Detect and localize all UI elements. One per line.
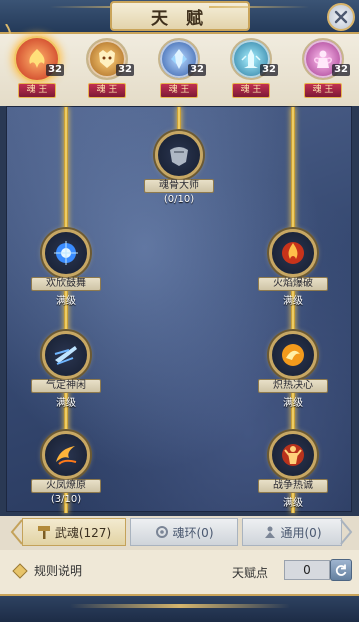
tab-general[interactable]: 通用(0) bbox=[242, 518, 342, 546]
title-plate: 天 赋 bbox=[110, 1, 250, 31]
refresh-icon bbox=[335, 564, 347, 576]
talent-progress: (3/10) bbox=[50, 494, 82, 505]
wind-blade-icon bbox=[54, 346, 77, 365]
rules-button[interactable]: 规则说明 bbox=[12, 562, 82, 579]
tab-martial-soul[interactable]: 武魂(127) bbox=[22, 518, 126, 546]
talent-node-7[interactable]: 战争热诚 满级 bbox=[253, 431, 333, 511]
talent-progress: 满级 bbox=[283, 498, 303, 509]
ring-icon bbox=[155, 526, 168, 538]
hammer-icon bbox=[37, 526, 50, 539]
soul-rank-badge: 魂 王 bbox=[88, 83, 126, 98]
talent-name: 火凤燎原 bbox=[31, 479, 101, 493]
talent-tree-panel: 魂骨大师 (0/10) 欢欣鼓舞 满级 火焰爆破 满级 气定神闲 满级 炽热决心… bbox=[6, 106, 352, 513]
talent-icon-frame bbox=[42, 431, 90, 479]
warrior-flame-icon bbox=[282, 444, 304, 466]
soul-level: 32 bbox=[188, 64, 206, 76]
tab-soul-ring[interactable]: 魂环(0) bbox=[130, 518, 238, 546]
person-icon bbox=[264, 526, 275, 538]
talent-icon-frame bbox=[269, 229, 317, 277]
soul-slot-1[interactable]: 32 魂 王 bbox=[8, 36, 64, 102]
talent-name: 魂骨大师 bbox=[144, 179, 214, 193]
rules-label: 规则说明 bbox=[34, 564, 83, 578]
soul-slot-5[interactable]: 32 魂 王 bbox=[294, 38, 350, 102]
tab-right-arrow-icon bbox=[340, 519, 353, 545]
talent-progress: 满级 bbox=[283, 296, 303, 307]
talent-node-5[interactable]: 炽热决心 满级 bbox=[253, 331, 333, 411]
soul-rank-badge: 魂 王 bbox=[304, 83, 342, 98]
tab-label: 通用(0) bbox=[280, 525, 322, 540]
soul-slot-4[interactable]: 32 魂 王 bbox=[222, 38, 278, 102]
talent-name: 炽热决心 bbox=[258, 379, 328, 393]
talent-points-label: 天赋点 bbox=[232, 566, 269, 580]
talent-icon-frame bbox=[155, 131, 203, 179]
talent-node-1[interactable]: 魂骨大师 (0/10) bbox=[139, 131, 219, 211]
talent-name: 气定神闲 bbox=[31, 379, 101, 393]
talent-node-2[interactable]: 欢欣鼓舞 满级 bbox=[26, 229, 106, 309]
footer-decoration bbox=[0, 594, 359, 622]
soul-selector-row: 32 魂 王 32 魂 王 32 魂 王 32 魂 王 32 魂 王 bbox=[0, 34, 359, 106]
talent-name: 火焰爆破 bbox=[258, 277, 328, 291]
bottom-bar: 规则说明 天赋点 0 bbox=[0, 550, 359, 594]
armor-icon bbox=[170, 147, 188, 166]
talent-node-4[interactable]: 气定神闲 满级 bbox=[26, 331, 106, 411]
diamond-icon bbox=[12, 562, 28, 579]
talent-progress: 满级 bbox=[56, 398, 76, 409]
soul-slot-2[interactable]: 32 魂 王 bbox=[78, 38, 134, 102]
talent-icon-frame bbox=[42, 331, 90, 379]
soul-rank-badge: 魂 王 bbox=[160, 83, 198, 98]
close-icon bbox=[334, 10, 348, 24]
soul-slot-3[interactable]: 32 魂 王 bbox=[150, 38, 206, 102]
talent-category-tabs: 武魂(127) 魂环(0) 通用(0) bbox=[0, 516, 359, 550]
talent-icon-frame bbox=[269, 331, 317, 379]
soul-rank-badge: 魂 王 bbox=[232, 83, 270, 98]
talent-path-center bbox=[177, 107, 181, 131]
talent-progress: 满级 bbox=[283, 398, 303, 409]
talent-points-value: 0 bbox=[284, 560, 330, 580]
reset-points-button[interactable] bbox=[330, 559, 352, 581]
talent-icon-frame bbox=[42, 229, 90, 277]
soul-level: 32 bbox=[46, 64, 64, 76]
talent-progress: (0/10) bbox=[163, 194, 195, 205]
energy-orb-icon bbox=[54, 241, 78, 265]
soul-level: 32 bbox=[116, 64, 134, 76]
talent-node-6[interactable]: 火凤燎原 (3/10) bbox=[26, 431, 106, 511]
talent-name: 欢欣鼓舞 bbox=[31, 277, 101, 291]
page-title: 天 赋 bbox=[151, 8, 209, 29]
talent-name: 战争热诚 bbox=[258, 479, 328, 493]
talent-progress: 满级 bbox=[56, 296, 76, 307]
talent-node-3[interactable]: 火焰爆破 满级 bbox=[253, 229, 333, 309]
soul-level: 32 bbox=[332, 64, 350, 76]
tab-label: 武魂(127) bbox=[54, 525, 112, 540]
footer-ornament bbox=[70, 604, 290, 608]
tab-label: 魂环(0) bbox=[172, 525, 214, 540]
fire-burst-icon bbox=[282, 242, 304, 264]
soul-rank-badge: 魂 王 bbox=[18, 83, 56, 98]
close-button[interactable] bbox=[327, 3, 355, 31]
flame-wing-icon bbox=[56, 446, 77, 465]
header-bar: 天 赋 bbox=[0, 0, 359, 34]
soul-level: 32 bbox=[260, 64, 278, 76]
fire-orb-icon bbox=[282, 344, 304, 366]
talent-icon-frame bbox=[269, 431, 317, 479]
